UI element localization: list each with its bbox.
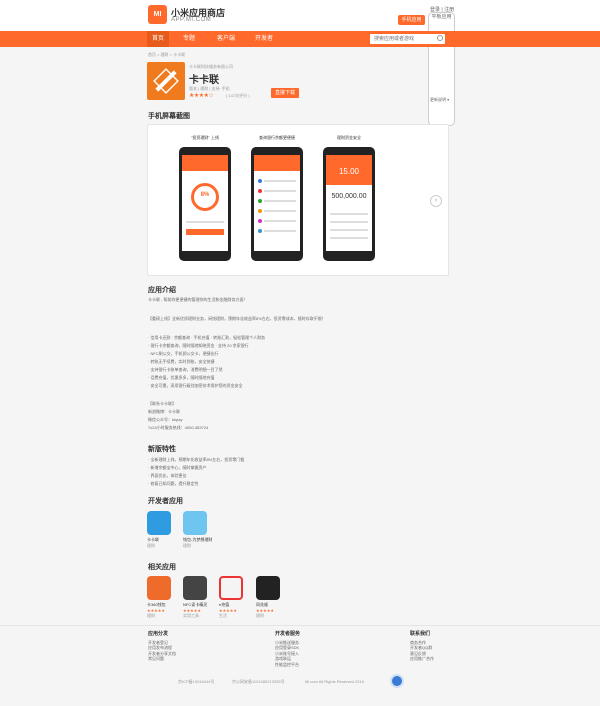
footer-link[interactable]: 应用推广合作 — [410, 656, 434, 662]
intro-title: 应用介绍 — [148, 287, 176, 294]
footer-link[interactable]: 性能监控平台 — [275, 662, 300, 668]
app-icon — [147, 62, 185, 100]
intro-line: · 话费充值，优惠多多，随时随地充值 — [148, 375, 215, 380]
feature-line: · 全新理财上线，预期年化收益率8%左右，投资零门槛 — [148, 457, 245, 462]
app-tile-category: 理财 — [147, 613, 155, 618]
developer-name[interactable]: 卡卡联科技服务有限公司 — [189, 64, 233, 70]
trust-badge-icon[interactable] — [390, 674, 404, 688]
screenshots-gallery: "投资理财" 上线 8% 查询银行余额更便捷 理财资金安全 15.00 500,… — [147, 124, 449, 276]
tablet-apps-button[interactable]: 平板应用 — [428, 12, 455, 126]
update-notes-link[interactable]: 更新说明 ▾ — [430, 97, 449, 103]
screenshot-caption: "投资理财" 上线 — [191, 135, 219, 140]
app-tile-category: 生活 — [219, 613, 227, 618]
mi-logo-icon[interactable]: MI — [148, 5, 167, 24]
nav-item-developer[interactable]: 开发者 — [252, 31, 276, 47]
ring-value: 8% — [200, 192, 210, 198]
nav-item-client[interactable]: 客户端 — [212, 31, 240, 47]
app-tile-icon — [147, 576, 171, 600]
intro-line: · 信用卡还款 · 余额查询 · 手机充值 · 转账汇款，轻松管理个人财务 — [148, 335, 266, 340]
feature-line: · 新增余额宝中心，随时掌握资产 — [148, 465, 207, 470]
footer-col-distribution: 应用分发 开发者登记 应用发布流程 开发者分享文档 常见问题 — [148, 631, 176, 662]
footer-link[interactable]: 应用发布流程 — [148, 645, 176, 651]
intro-line: 新浪微博：卡卡联 — [148, 409, 180, 414]
footer-link[interactable]: 常见问题 — [148, 656, 176, 662]
footer: 应用分发 开发者登记 应用发布流程 开发者分享文档 常见问题 开发者服务 小米推… — [0, 625, 600, 706]
intro-line: 【联系卡卡联】 — [148, 401, 176, 406]
site-subtitle: APP.MI.COM — [171, 17, 212, 23]
police-record-text[interactable]: 京公网安备1101080212535号 — [232, 679, 285, 685]
nav-item-topics[interactable]: 专题 — [178, 31, 200, 47]
intro-line: 【重磅上线】全新优质理财业务，闲钱理财，预期年化收益率8%左右，投资零成本，随时… — [148, 316, 326, 321]
app-tile-icon — [183, 511, 207, 535]
breadcrumb[interactable]: 首页 > 理财 > 卡卡联 — [148, 52, 185, 58]
search-icon[interactable] — [437, 35, 443, 41]
intro-line: · 支持银行卡账单查询，消费明细一目了然 — [148, 367, 223, 372]
app-name: 卡卡联 — [189, 75, 219, 86]
install-button[interactable]: 直接下载 — [271, 88, 299, 98]
dev-app-tile[interactable]: 卡卡联 理财 — [147, 511, 179, 549]
asset-value: 500,000.00 — [331, 193, 367, 200]
features-title: 新版特性 — [148, 446, 176, 453]
app-tile-icon — [147, 511, 171, 535]
app-tile-category: 理财 — [147, 543, 155, 548]
screenshot-3[interactable]: 理财资金安全 15.00 500,000.00 — [321, 135, 377, 265]
intro-line: · NFC刷公交，手机即公交卡，便捷出行 — [148, 351, 219, 356]
app-tile-category: 实用工具 — [183, 613, 199, 618]
feature-line: · 修复已知问题，提升稳定性 — [148, 481, 199, 486]
footer-link[interactable]: 应用登录SDK — [275, 645, 300, 651]
footer-col-dev-services: 开发者服务 小米推送服务 应用登录SDK 小米账号接入 游戏联运 性能监控平台 — [275, 631, 301, 668]
dev-app-tile[interactable]: 钱包-为梦想理财 理财 — [183, 511, 215, 549]
footer-link[interactable]: 开发者QQ群 — [410, 645, 434, 651]
related-app-tile[interactable]: NFC读卡精灵 ★★★★★ 实用工具 — [183, 576, 215, 619]
related-title: 相关应用 — [148, 564, 176, 571]
main-nav: 首页 专题 客户端 开发者 — [0, 31, 600, 47]
screenshot-caption: 理财资金安全 — [337, 135, 361, 140]
app-tile-category: 理财 — [256, 613, 264, 618]
screenshots-title: 手机屏幕截图 — [148, 113, 190, 120]
app-tile-icon — [256, 576, 280, 600]
footer-col-contact: 联系我们 商务合作 开发者QQ群 意见反馈 应用推广合作 — [410, 631, 434, 662]
rating-stars: ★★★★☆ — [189, 93, 214, 99]
intro-line: 卡卡联 - 帮助你更便捷的管理你的生活和金融财务方面！ — [148, 297, 248, 302]
app-tile-icon — [183, 576, 207, 600]
feature-line: · 界面优化，体验更佳 — [148, 473, 187, 478]
page: MI 小米应用商店 APP.MI.COM 登录 | 注册 手机应用 平板应用 首… — [0, 0, 600, 706]
dev-apps-title: 开发者应用 — [148, 498, 183, 505]
copyright-text: Mi.com All Rights Reserved 2016 — [305, 679, 364, 684]
screenshot-1[interactable]: "投资理财" 上线 8% — [177, 135, 233, 265]
search-input[interactable] — [370, 34, 445, 44]
icp-text[interactable]: 京ICP备10046444号 — [178, 679, 214, 685]
phone-apps-button[interactable]: 手机应用 — [398, 15, 425, 25]
nav-item-home[interactable]: 首页 — [147, 31, 169, 47]
intro-line: · 安全可靠，采用银行级别加密技术保护您的资金安全 — [148, 383, 243, 388]
intro-line: · 银行卡余额查询，随时随地知晓资金 · 支持 20 余家银行 — [148, 343, 249, 348]
top-header: MI 小米应用商店 APP.MI.COM 登录 | 注册 手机应用 平板应用 — [0, 0, 600, 126]
app-tile-icon — [219, 576, 243, 600]
intro-line: · 转账无手续费，实时到账，安全快捷 — [148, 359, 215, 364]
app-tile-category: 理财 — [183, 543, 191, 548]
intro-line: 微信公众号：kkpay — [148, 417, 183, 422]
intro-line: 7x24小时服务热线：4000-383724 — [148, 425, 209, 430]
related-app-tile[interactable]: e充值 ★★★★★ 生活 — [219, 576, 251, 619]
rating-count: ( 147次评分 ) — [226, 93, 250, 98]
related-app-tile[interactable]: 同花顺 ★★★★★ 理财 — [256, 576, 288, 619]
balance-value: 15.00 — [338, 167, 360, 176]
next-arrow-icon[interactable]: › — [430, 195, 442, 207]
screenshot-2[interactable]: 查询银行余额更便捷 — [249, 135, 305, 265]
screenshot-caption: 查询银行余额更便捷 — [259, 135, 295, 140]
related-app-tile[interactable]: 卡360钱包 ★★★★★ 理财 — [147, 576, 179, 619]
